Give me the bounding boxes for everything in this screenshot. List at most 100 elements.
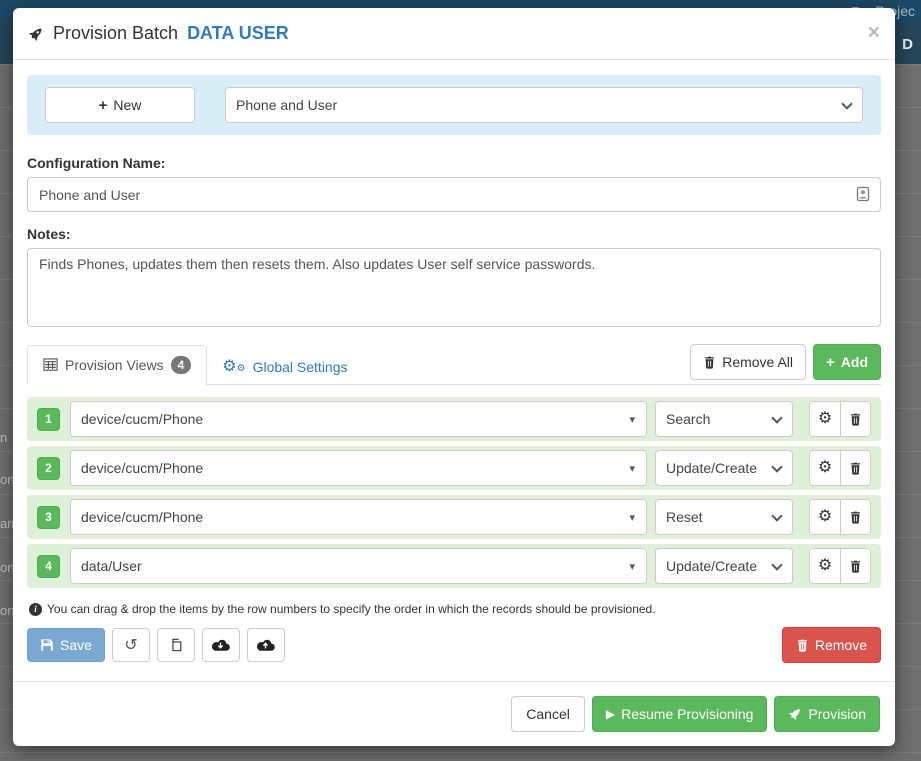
- modal-footer: Cancel ▶ Resume Provisioning Provision: [13, 681, 895, 746]
- close-button[interactable]: ×: [868, 22, 880, 43]
- row-number-drag-handle[interactable]: 1: [37, 408, 60, 431]
- background-text-fragment: am: [0, 516, 13, 531]
- provision-button[interactable]: Provision: [774, 696, 880, 732]
- modal-title: Provision Batch DATA USER: [28, 23, 880, 44]
- row-settings-button[interactable]: ⚙: [810, 549, 840, 583]
- table-icon: [43, 357, 58, 372]
- row-delete-button[interactable]: [840, 500, 870, 534]
- row-number-drag-handle[interactable]: 2: [37, 457, 60, 480]
- row-action-select-value: Update/Create: [666, 558, 757, 574]
- config-name-wrap: [27, 177, 881, 212]
- gear-icon: ⚙: [818, 411, 832, 427]
- remove-all-label: Remove All: [722, 354, 793, 370]
- row-action-select[interactable]: Update/Create: [655, 548, 793, 584]
- tabs-bar: Provision Views 4 ⚙⚙ Global Settings Rem…: [27, 344, 881, 385]
- row-number-drag-handle[interactable]: 4: [37, 555, 60, 578]
- row-action-select[interactable]: Reset: [655, 499, 793, 535]
- caret-down-icon: ▾: [629, 413, 635, 426]
- row-view-select[interactable]: device/cucm/Phone ▾: [70, 401, 647, 437]
- cancel-button[interactable]: Cancel: [511, 696, 585, 732]
- modal-header: Provision Batch DATA USER ×: [13, 8, 895, 60]
- provision-row: 4 data/User ▾ Update/Create ⚙: [27, 544, 881, 588]
- row-view-select[interactable]: device/cucm/Phone ▾: [70, 450, 647, 486]
- row-action-select[interactable]: Update/Create: [655, 450, 793, 486]
- gear-icon: ⚙: [818, 509, 832, 525]
- background-text-fragment: on: [0, 603, 13, 618]
- add-button[interactable]: + Add: [813, 344, 881, 380]
- plus-icon: +: [99, 97, 108, 114]
- tabs-actions: Remove All + Add: [690, 344, 881, 384]
- row-button-group: ⚙: [809, 401, 871, 437]
- background-text-fragment: D: [902, 36, 913, 53]
- cancel-label: Cancel: [526, 706, 570, 722]
- row-action-select-value: Reset: [666, 509, 703, 525]
- trash-icon: [796, 639, 809, 652]
- trash-icon: [849, 462, 862, 475]
- row-view-select[interactable]: data/User ▾: [70, 548, 647, 584]
- batch-config-select-value: Phone and User: [236, 97, 337, 113]
- undo-button[interactable]: ↺: [112, 628, 150, 662]
- chevron-down-icon: [841, 98, 852, 109]
- provision-views-count-badge: 4: [171, 356, 192, 374]
- export-button[interactable]: [202, 628, 240, 662]
- remove-button-label: Remove: [815, 637, 867, 653]
- tab-global-settings-label: Global Settings: [253, 359, 348, 375]
- row-button-group: ⚙: [809, 548, 871, 584]
- row-settings-button[interactable]: ⚙: [810, 451, 840, 485]
- provision-batch-modal: Provision Batch DATA USER × + New Phone …: [13, 8, 895, 746]
- chevron-down-icon: [771, 559, 782, 570]
- plus-icon: +: [826, 354, 835, 371]
- notes-label: Notes:: [27, 226, 881, 242]
- info-icon: i: [29, 603, 42, 616]
- cloud-download-icon: [211, 638, 230, 652]
- row-action-select[interactable]: Search: [655, 401, 793, 437]
- batch-config-select[interactable]: Phone and User: [225, 87, 863, 123]
- autofill-contact-icon[interactable]: [855, 186, 871, 202]
- row-delete-button[interactable]: [840, 402, 870, 436]
- caret-down-icon: ▾: [629, 560, 635, 573]
- trash-icon: [849, 413, 862, 426]
- remove-button[interactable]: Remove: [782, 627, 881, 663]
- provision-row: 3 device/cucm/Phone ▾ Reset ⚙: [27, 495, 881, 539]
- caret-down-icon: ▾: [629, 462, 635, 475]
- row-delete-button[interactable]: [840, 549, 870, 583]
- row-view-select-value: device/cucm/Phone: [81, 509, 203, 525]
- gears-icon: ⚙⚙: [222, 359, 245, 375]
- modal-body: + New Phone and User Configuration Name:…: [13, 60, 895, 681]
- rocket-icon: [28, 26, 44, 42]
- chevron-down-icon: [771, 412, 782, 423]
- row-settings-button[interactable]: ⚙: [810, 402, 840, 436]
- row-button-group: ⚙: [809, 499, 871, 535]
- save-button[interactable]: Save: [27, 628, 105, 662]
- tab-global-settings[interactable]: ⚙⚙ Global Settings: [207, 349, 362, 385]
- row-number-drag-handle[interactable]: 3: [37, 506, 60, 529]
- save-button-label: Save: [60, 637, 92, 653]
- tab-provision-views[interactable]: Provision Views 4: [27, 345, 207, 385]
- remove-all-button[interactable]: Remove All: [690, 344, 806, 380]
- config-name-label: Configuration Name:: [27, 155, 881, 171]
- copy-icon: [169, 638, 183, 652]
- provision-rows-list: 1 device/cucm/Phone ▾ Search ⚙: [27, 397, 881, 588]
- config-name-input[interactable]: [27, 177, 881, 212]
- drag-drop-hint: i You can drag & drop the items by the r…: [29, 602, 881, 616]
- clone-button[interactable]: [157, 628, 195, 662]
- new-button[interactable]: + New: [45, 87, 195, 123]
- notes-textarea[interactable]: Finds Phones, updates them then resets t…: [27, 248, 881, 327]
- background-text-fragment: on: [0, 472, 13, 487]
- rocket-icon: [788, 707, 802, 721]
- import-button[interactable]: [247, 628, 285, 662]
- modal-title-text: Provision Batch: [53, 23, 178, 44]
- row-view-select[interactable]: device/cucm/Phone ▾: [70, 499, 647, 535]
- background-text-fragment: on: [0, 560, 13, 575]
- modal-title-entity: DATA USER: [187, 23, 289, 44]
- trash-icon: [849, 560, 862, 573]
- chevron-down-icon: [771, 510, 782, 521]
- row-delete-button[interactable]: [840, 451, 870, 485]
- undo-icon: ↺: [124, 635, 137, 655]
- resume-provisioning-button[interactable]: ▶ Resume Provisioning: [592, 696, 768, 732]
- resume-provisioning-label: Resume Provisioning: [621, 706, 753, 722]
- row-action-select-value: Update/Create: [666, 460, 757, 476]
- row-settings-button[interactable]: ⚙: [810, 500, 840, 534]
- row-view-select-value: device/cucm/Phone: [81, 460, 203, 476]
- caret-down-icon: ▾: [629, 511, 635, 524]
